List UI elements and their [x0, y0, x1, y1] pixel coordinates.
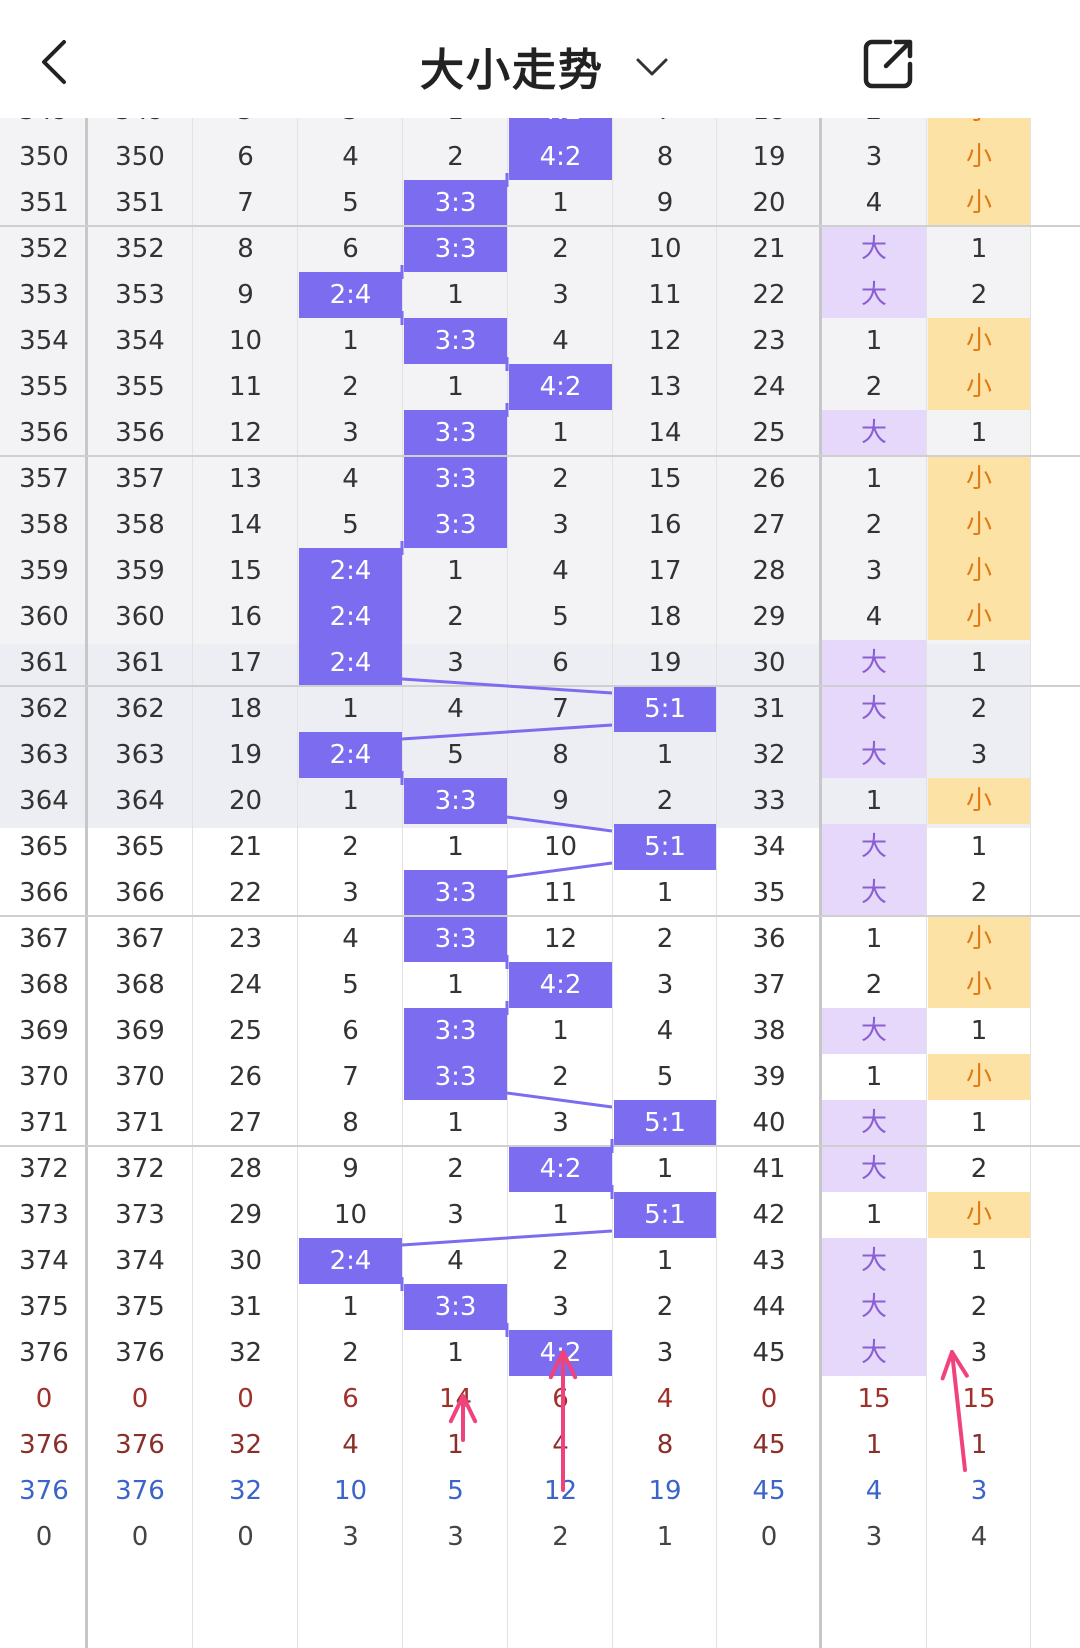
trend-table: 3493495314:27182小3503506424:28193小351351… [0, 0, 1080, 1648]
title-dropdown[interactable] [632, 52, 672, 82]
annotation-arrow-1 [448, 1394, 478, 1442]
trend-segment [506, 861, 613, 879]
trend-segment [506, 815, 613, 833]
top-bar: 大小走势 [0, 0, 1080, 118]
share-button[interactable] [860, 36, 916, 92]
annotation-arrow-2 [548, 1350, 578, 1492]
chevron-down-icon [636, 58, 668, 76]
annotation-arrow-3 [940, 1350, 969, 1472]
external-link-icon [863, 39, 913, 89]
chevron-left-icon [42, 40, 66, 84]
trend-segment [401, 677, 613, 695]
page-title[interactable]: 大小走势 [420, 34, 604, 98]
back-button[interactable] [30, 30, 90, 94]
trend-line-layer [400, 173, 969, 1492]
trend-segment [506, 1091, 613, 1109]
trend-segment [401, 1229, 613, 1247]
trend-segment [401, 723, 613, 741]
